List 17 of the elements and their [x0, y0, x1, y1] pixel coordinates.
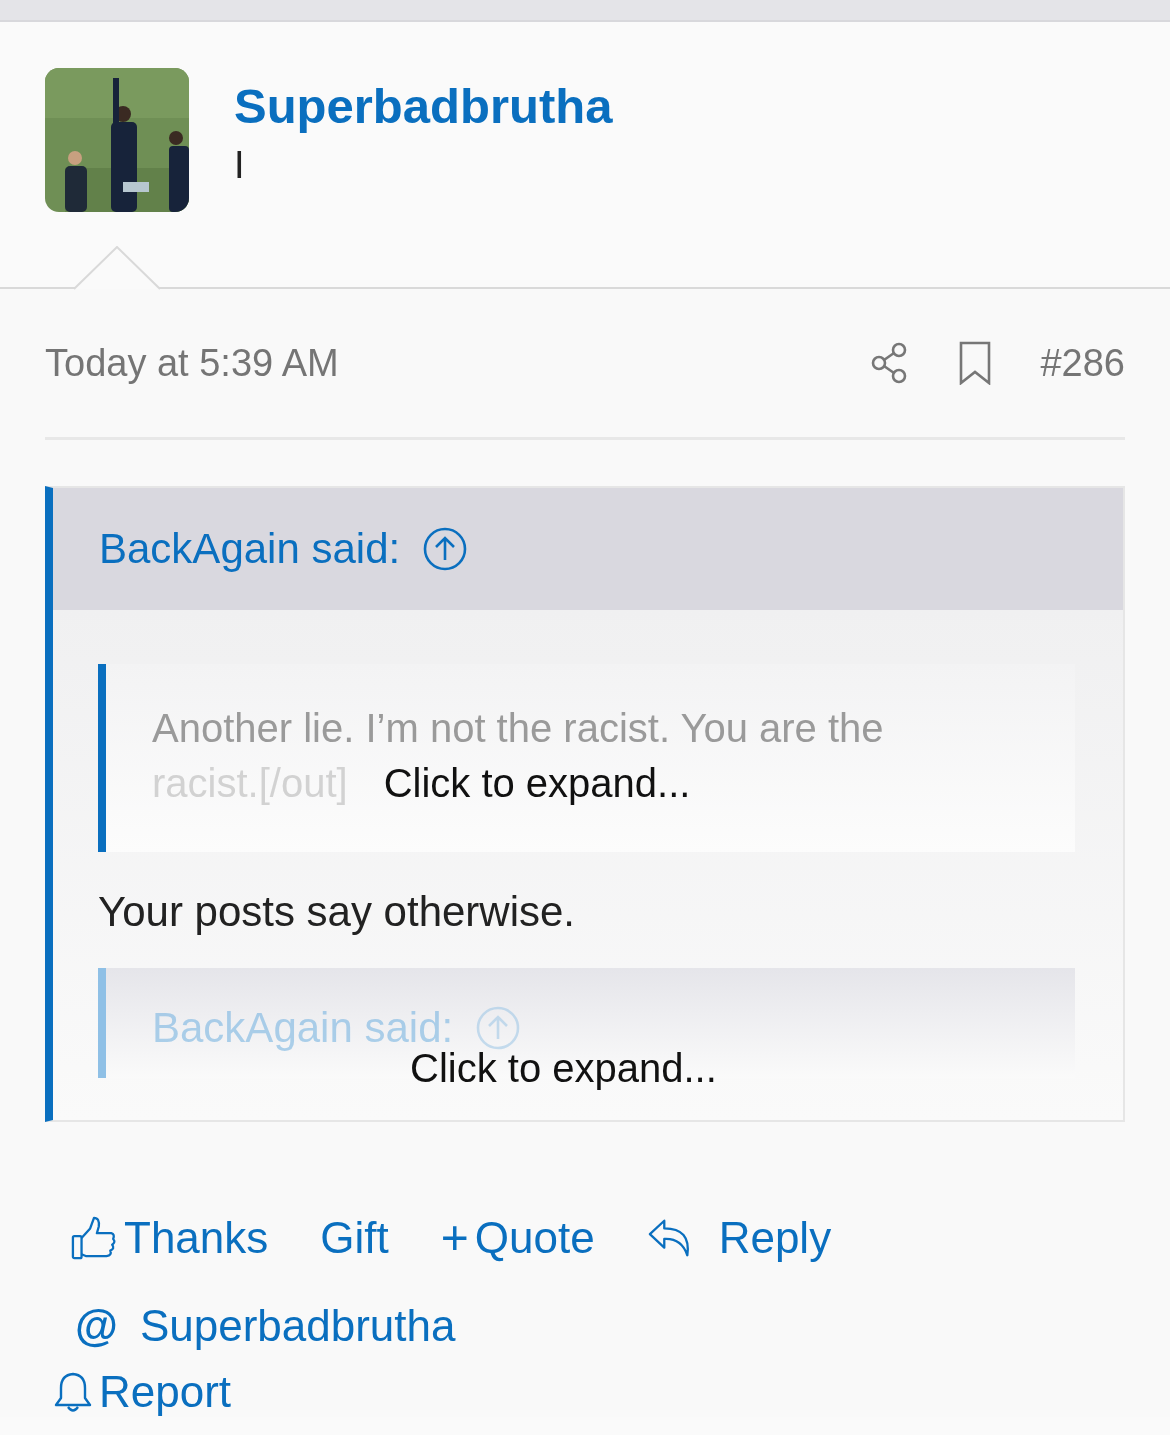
post-text: I [234, 144, 246, 187]
reply-text: Your posts say otherwise. [98, 888, 577, 936]
action-link[interactable]: Reply [646, 1210, 832, 1265]
action-link[interactable]: Gift [320, 1210, 389, 1265]
bookmark-icon[interactable] [958, 341, 993, 385]
author-name[interactable]: Superbadbrutha [234, 76, 613, 136]
action-link[interactable]: Thanks [70, 1210, 269, 1265]
report-link[interactable]: Report [53, 1367, 1125, 1417]
bell-icon [53, 1370, 93, 1414]
thumbs-up-icon [70, 1214, 118, 1261]
post-number[interactable]: #286 [1040, 341, 1125, 385]
post-time[interactable]: Today at 5:39 AM [45, 341, 339, 385]
mention-link[interactable]: @ Superbadbrutha [75, 1301, 456, 1351]
expand-link[interactable]: Click to expand... [383, 761, 691, 806]
quote-text: Another lie. I’m not the racist. You are the [152, 705, 884, 752]
quote-attribution[interactable]: BackAgain said: [99, 525, 401, 573]
action-link[interactable]: +Quote [440, 1210, 595, 1265]
